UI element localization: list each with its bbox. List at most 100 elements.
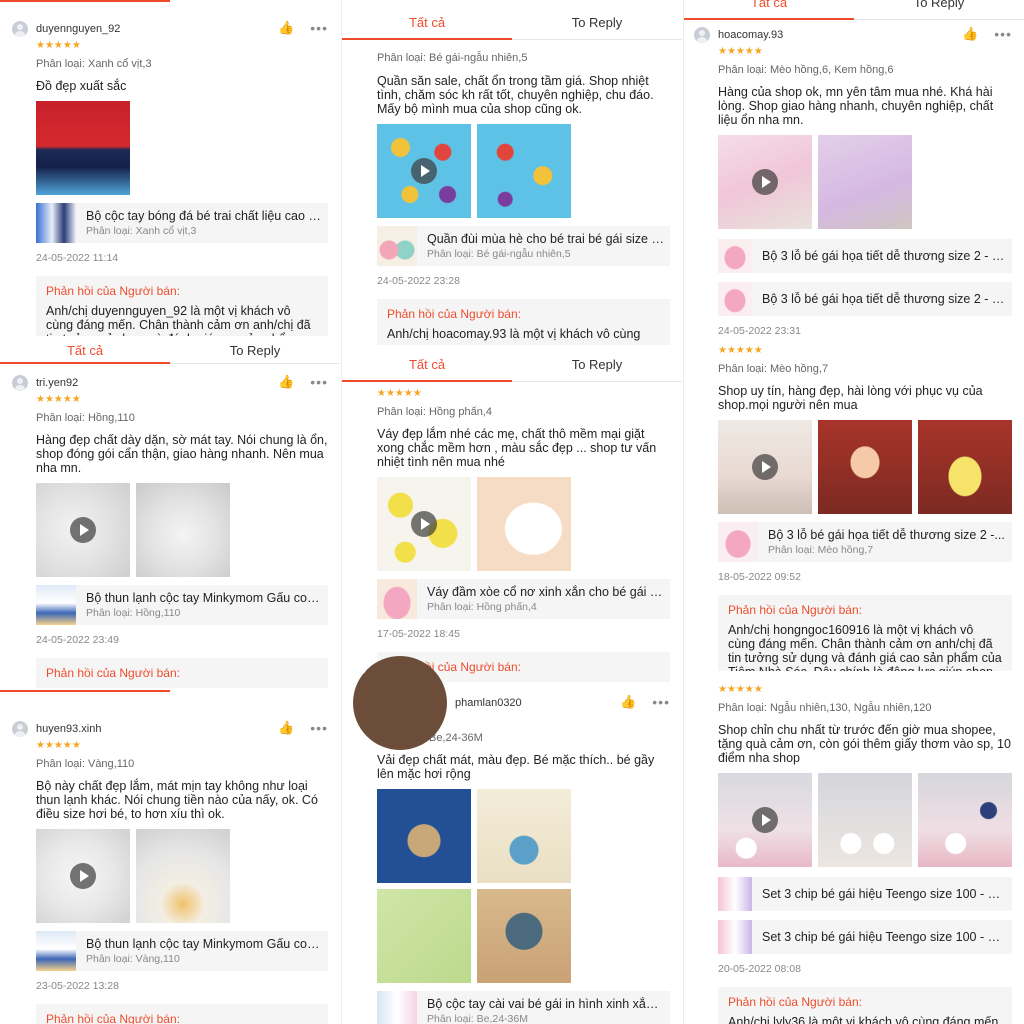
more-icon[interactable]: ••• bbox=[310, 21, 328, 35]
left-column: duyennguyen_92 👍 ••• ★★★★★ Phân loại: Xan… bbox=[0, 0, 340, 1024]
review-photo[interactable] bbox=[818, 773, 912, 867]
variant-label: Phân loại: Vàng,110 bbox=[36, 758, 135, 770]
tab-all[interactable]: Tất cả bbox=[342, 6, 512, 40]
seller-reply: Phản hồi của Người bán: Anh/chị lyly36 l… bbox=[718, 987, 1012, 1024]
username[interactable]: phamlan0320 bbox=[455, 697, 522, 709]
username[interactable]: tri.yen92 bbox=[36, 377, 78, 389]
review-video[interactable] bbox=[377, 477, 471, 571]
avatar[interactable] bbox=[12, 721, 28, 737]
review-photo[interactable] bbox=[36, 101, 130, 195]
review-photo[interactable] bbox=[818, 420, 912, 514]
review-tabs: Tất cả To Reply bbox=[342, 348, 682, 382]
product-card[interactable]: Bộ thun lạnh cộc tay Minkymom Gấu con [.… bbox=[36, 585, 328, 625]
username[interactable]: hoacomay.93 bbox=[718, 29, 783, 41]
product-card[interactable]: Bộ 3 lỗ bé gái họa tiết dễ thương size 2… bbox=[718, 522, 1012, 562]
review-item: hoacomay.93 👍 ••• ★★★★★ Phân loại: Mèo hồ… bbox=[684, 24, 1024, 337]
product-card[interactable]: Bộ cộc tay bóng đá bé trai chất liệu cao… bbox=[36, 203, 328, 243]
play-icon[interactable] bbox=[752, 454, 778, 480]
review-header: huyen93.xinh 👍 ••• bbox=[12, 718, 328, 740]
product-card[interactable]: Bộ 3 lỗ bé gái họa tiết dễ thương size 2… bbox=[718, 239, 1012, 273]
variant-label: Phân loại: Hồng phấn,4 bbox=[377, 406, 492, 418]
tab-all[interactable]: Tất cả bbox=[0, 338, 170, 364]
thumbs-up-icon[interactable]: 👍 bbox=[278, 21, 294, 35]
review-video[interactable] bbox=[718, 420, 812, 514]
rating-stars: ★★★★★ bbox=[36, 394, 81, 405]
thumbs-up-icon[interactable]: 👍 bbox=[278, 375, 294, 389]
review-video[interactable] bbox=[718, 135, 812, 229]
review-photo[interactable] bbox=[818, 135, 912, 229]
avatar[interactable] bbox=[12, 375, 28, 391]
review-text: Hàng đẹp chất dày dặn, sờ mát tay. Nói c… bbox=[36, 433, 328, 475]
product-name: Bộ thun lạnh cộc tay Minkymom Gấu con [.… bbox=[86, 591, 322, 605]
seller-reply-text: Anh/chị hoacomay.93 là một vị khách vô c… bbox=[387, 327, 641, 341]
tab-to-reply[interactable]: To Reply bbox=[512, 6, 682, 39]
review-photos bbox=[718, 773, 1012, 867]
review-photo[interactable] bbox=[377, 889, 471, 983]
rating-stars: ★★★★★ bbox=[718, 46, 763, 57]
tab-all[interactable]: Tất cả bbox=[684, 0, 854, 20]
product-card[interactable]: Váy đầm xòe cổ nơ xinh xắn cho bé gái Th… bbox=[377, 579, 670, 619]
more-icon[interactable]: ••• bbox=[994, 27, 1012, 41]
variant-label: Phân loại: Xanh cổ vịt,3 bbox=[36, 58, 152, 70]
more-icon[interactable]: ••• bbox=[310, 375, 328, 389]
seller-reply: Phản hồi của Người bán: Anh/chị hoacomay… bbox=[377, 299, 670, 345]
avatar[interactable] bbox=[353, 656, 447, 750]
product-card[interactable]: Bộ cộc tay cài vai bé gái in hình xinh x… bbox=[377, 991, 670, 1024]
review-photo[interactable] bbox=[136, 483, 230, 577]
review-photo[interactable] bbox=[477, 477, 571, 571]
product-name: Váy đầm xòe cổ nơ xinh xắn cho bé gái Th… bbox=[427, 585, 664, 599]
review-item: ★★★★★ Phân loại: Hồng phấn,4 Váy đẹp lắm… bbox=[342, 388, 682, 682]
variant-label: Phân loại: Mèo hồng,7 bbox=[718, 363, 829, 375]
thumbs-up-icon[interactable]: 👍 bbox=[620, 695, 636, 709]
review-item: phamlan0320 👍••• ★★★★★ Phân loại: Be,24-… bbox=[342, 656, 682, 1024]
review-item: duyennguyen_92 👍 ••• ★★★★★ Phân loại: Xan… bbox=[0, 18, 340, 336]
review-video[interactable] bbox=[36, 483, 130, 577]
review-photo[interactable] bbox=[477, 889, 571, 983]
thumbs-up-icon[interactable]: 👍 bbox=[962, 27, 978, 41]
play-icon[interactable] bbox=[411, 511, 437, 537]
review-photo[interactable] bbox=[477, 789, 571, 883]
review-photo[interactable] bbox=[136, 829, 230, 923]
tab-to-reply[interactable]: To Reply bbox=[512, 348, 682, 381]
rating-stars: ★★★★★ bbox=[36, 40, 81, 51]
tab-to-reply[interactable]: To Reply bbox=[854, 0, 1024, 19]
avatar[interactable] bbox=[694, 27, 710, 43]
review-date: 20-05-2022 08:08 bbox=[718, 963, 801, 975]
thumbs-up-icon[interactable]: 👍 bbox=[278, 721, 294, 735]
review-video[interactable] bbox=[377, 124, 471, 218]
product-thumbnail bbox=[718, 239, 752, 273]
review-video[interactable] bbox=[36, 829, 130, 923]
more-icon[interactable]: ••• bbox=[652, 695, 670, 709]
review-video[interactable] bbox=[718, 773, 812, 867]
avatar[interactable] bbox=[12, 21, 28, 37]
play-icon[interactable] bbox=[70, 517, 96, 543]
review-text: Hàng của shop ok, mn yên tâm mua nhé. Kh… bbox=[718, 85, 994, 127]
tab-to-reply[interactable]: To Reply bbox=[170, 338, 340, 363]
product-card[interactable]: Bộ 3 lỗ bé gái họa tiết dễ thương size 2… bbox=[718, 282, 1012, 316]
product-card[interactable]: Quần đùi mùa hè cho bé trai bé gái size … bbox=[377, 226, 670, 266]
play-icon[interactable] bbox=[411, 158, 437, 184]
tab-all[interactable]: Tất cả bbox=[342, 348, 512, 382]
product-card[interactable]: Set 3 chip bé gái hiệu Teengo size 100 -… bbox=[718, 920, 1012, 954]
play-icon[interactable] bbox=[752, 807, 778, 833]
review-photo[interactable] bbox=[918, 420, 1012, 514]
rating-stars: ★★★★★ bbox=[718, 345, 763, 356]
seller-reply: Phản hồi của Người bán: Anh/chị hongngoc… bbox=[718, 595, 1012, 671]
play-icon[interactable] bbox=[70, 863, 96, 889]
product-variant: Phân loại: Mèo hồng,7 bbox=[768, 544, 874, 556]
product-card[interactable]: Set 3 chip bé gái hiệu Teengo size 100 -… bbox=[718, 877, 1012, 911]
username[interactable]: huyen93.xinh bbox=[36, 723, 101, 735]
review-item: huyen93.xinh 👍 ••• ★★★★★ Phân loại: Vàng,… bbox=[0, 718, 340, 1024]
review-header: tri.yen92 👍 ••• bbox=[12, 372, 328, 394]
username[interactable]: duyennguyen_92 bbox=[36, 23, 120, 35]
review-photo[interactable] bbox=[918, 773, 1012, 867]
review-date: 23-05-2022 13:28 bbox=[36, 980, 119, 992]
review-photo[interactable] bbox=[477, 124, 571, 218]
product-thumbnail bbox=[718, 522, 758, 562]
review-photo[interactable] bbox=[377, 789, 471, 883]
product-name: Set 3 chip bé gái hiệu Teengo size 100 -… bbox=[762, 930, 1006, 944]
product-thumbnail bbox=[718, 920, 752, 954]
more-icon[interactable]: ••• bbox=[310, 721, 328, 735]
product-card[interactable]: Bộ thun lạnh cộc tay Minkymom Gấu con [.… bbox=[36, 931, 328, 971]
play-icon[interactable] bbox=[752, 169, 778, 195]
